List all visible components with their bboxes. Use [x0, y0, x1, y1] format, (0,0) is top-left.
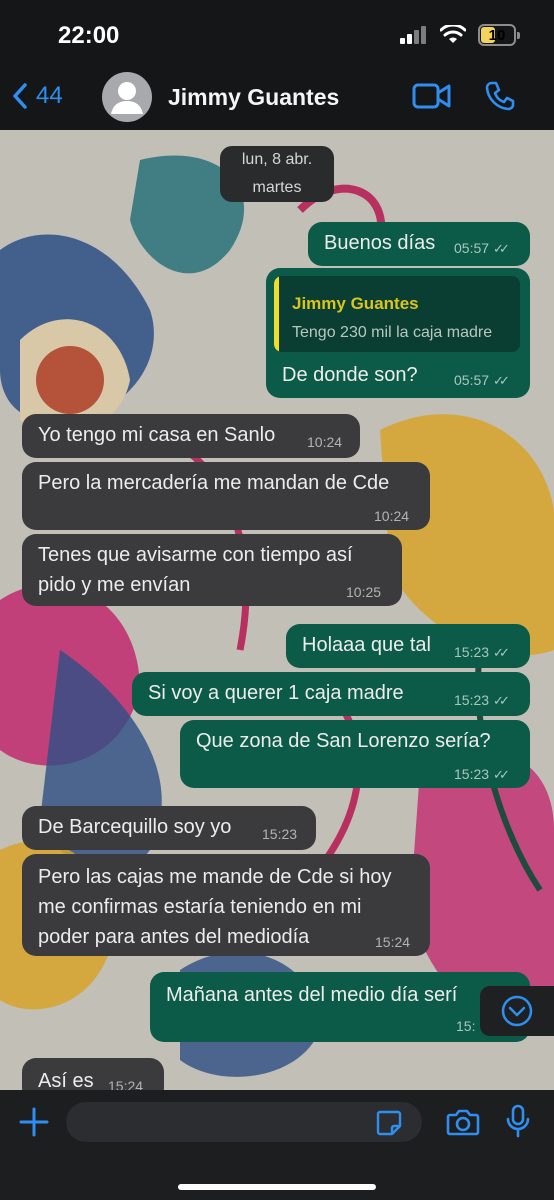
microphone-icon — [506, 1104, 530, 1138]
day-label: martes — [252, 179, 302, 196]
status-time: 22:00 — [58, 22, 120, 49]
message-incoming[interactable]: Tenes que avisarme con tiempo así pido y… — [22, 534, 402, 606]
message-time: 05:57 ✓✓ — [454, 240, 510, 256]
message-outgoing[interactable]: Mañana antes del medio día serí 15: — [150, 972, 530, 1042]
message-time: 10:24 — [374, 508, 410, 524]
camera-button[interactable] — [446, 1108, 480, 1141]
date-separator: lun, 8 abr. martes — [220, 146, 334, 202]
back-count: 44 — [36, 82, 63, 109]
video-call-button[interactable] — [412, 82, 452, 115]
message-text: Que zona de San Lorenzo sería? — [196, 730, 491, 752]
message-text: Si voy a querer 1 caja madre — [148, 682, 404, 704]
chevron-down-circle-icon — [501, 995, 533, 1027]
message-time: 15:24 — [375, 934, 411, 950]
message-line: me confirmas estaría teniendo en mi — [38, 896, 362, 918]
message-line: Tenes que avisarme con tiempo así — [38, 544, 353, 566]
read-receipt-icon: ✓✓ — [493, 767, 510, 782]
message-time: 10:25 — [346, 584, 382, 600]
header-bar: 22:00 10 44 Jimmy Guantes — [0, 0, 554, 130]
message-text: Mañana antes del medio día serí — [166, 984, 458, 1006]
message-time: 15: — [456, 1018, 476, 1034]
message-incoming[interactable]: Pero las cajas me mande de Cde si hoy me… — [22, 854, 430, 956]
status-icons: 10 — [400, 24, 520, 46]
message-time: 05:57 ✓✓ — [454, 372, 510, 388]
camera-icon — [446, 1109, 480, 1136]
message-incoming[interactable]: Yo tengo mi casa en Sanlo 10:24 — [22, 414, 360, 458]
quoted-text: Tengo 230 mil la caja madre — [292, 324, 493, 341]
read-receipt-icon: ✓✓ — [493, 241, 510, 256]
read-receipt-icon: ✓✓ — [493, 645, 510, 660]
message-text: De Barcequillo soy yo — [38, 816, 232, 838]
wifi-icon — [440, 25, 466, 43]
battery-icon: 10 — [478, 24, 520, 46]
phone-icon — [485, 81, 515, 111]
scroll-to-bottom-button[interactable] — [480, 986, 554, 1036]
message-outgoing[interactable]: Buenos días 05:57 ✓✓ — [308, 222, 530, 266]
voice-call-button[interactable] — [484, 80, 516, 117]
message-time: 15:23 — [262, 826, 298, 842]
quoted-message[interactable]: Jimmy Guantes Tengo 230 mil la caja madr… — [274, 276, 520, 352]
plus-icon — [19, 1107, 49, 1137]
attach-button[interactable] — [18, 1106, 50, 1143]
date-label: lun, 8 abr. — [241, 151, 313, 168]
message-text: Pero la mercadería me mandan de Cde — [38, 472, 390, 494]
read-receipt-icon: ✓✓ — [493, 693, 510, 708]
message-time: 15:23 ✓✓ — [454, 644, 510, 660]
message-incoming[interactable]: Pero la mercadería me mandan de Cde 10:2… — [22, 462, 430, 530]
person-icon — [111, 82, 143, 114]
home-indicator — [178, 1184, 376, 1190]
message-line: Pero las cajas me mande de Cde si hoy — [38, 866, 392, 888]
video-camera-icon — [412, 83, 451, 109]
chevron-left-icon — [13, 83, 27, 109]
sticker-icon — [376, 1110, 402, 1136]
message-time: 15:23 ✓✓ — [454, 766, 510, 782]
message-outgoing[interactable]: Que zona de San Lorenzo sería? 15:23 ✓✓ — [180, 720, 530, 788]
battery-level: 10 — [488, 26, 506, 44]
avatar[interactable] — [102, 72, 152, 122]
message-text: Yo tengo mi casa en Sanlo — [38, 424, 276, 446]
message-time: 10:24 — [307, 434, 343, 450]
message-outgoing-reply[interactable]: Jimmy Guantes Tengo 230 mil la caja madr… — [266, 268, 530, 398]
signal-icon — [400, 26, 426, 44]
message-input[interactable] — [66, 1102, 422, 1142]
back-button[interactable]: 44 — [12, 82, 63, 110]
message-text: Holaaa que tal — [302, 634, 431, 656]
microphone-button[interactable] — [505, 1104, 531, 1143]
contact-name[interactable]: Jimmy Guantes — [168, 84, 339, 111]
quoted-sender: Jimmy Guantes — [292, 294, 419, 313]
message-time: 15:23 ✓✓ — [454, 692, 510, 708]
message-outgoing[interactable]: Si voy a querer 1 caja madre 15:23 ✓✓ — [132, 672, 530, 716]
message-outgoing[interactable]: Holaaa que tal 15:23 ✓✓ — [286, 624, 530, 668]
message-line: poder para antes del mediodía — [38, 926, 310, 948]
message-text: De donde son? — [282, 364, 418, 386]
message-text: Buenos días — [324, 232, 436, 254]
read-receipt-icon: ✓✓ — [493, 373, 510, 388]
sticker-button[interactable] — [376, 1110, 402, 1141]
message-line: pido y me envían — [38, 574, 191, 596]
message-incoming[interactable]: De Barcequillo soy yo 15:23 — [22, 806, 316, 850]
